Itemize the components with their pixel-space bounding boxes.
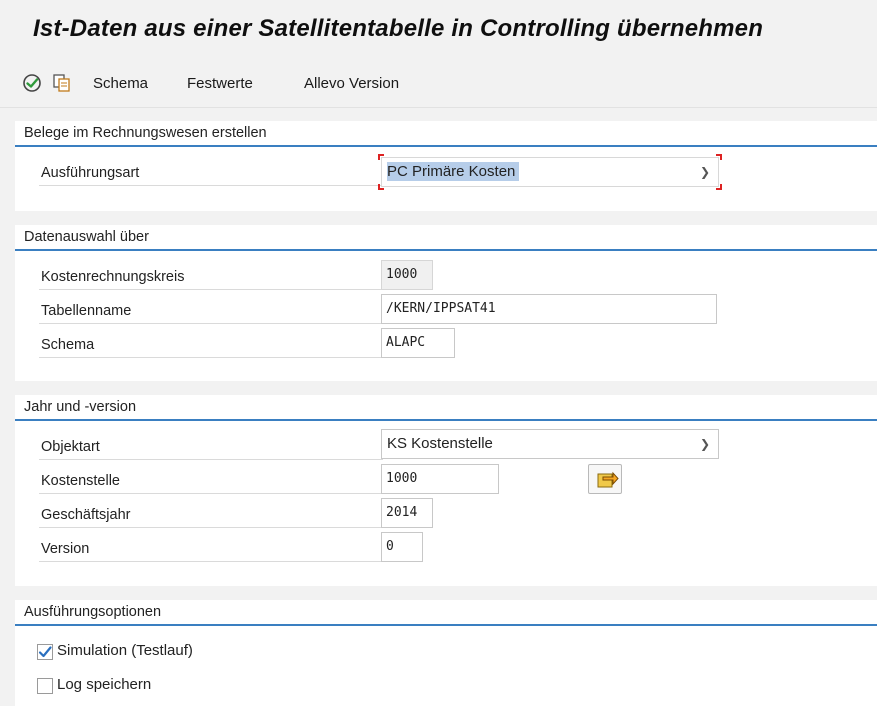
toolbar-festwerte-button[interactable]: Festwerte	[187, 75, 253, 92]
chevron-down-icon: ❯	[699, 165, 710, 179]
group-ausfuehrungsoptionen: Ausführungsoptionen Simulation (Testlauf…	[15, 600, 877, 706]
focus-corner	[716, 154, 722, 160]
toolbar-schema-button[interactable]: Schema	[93, 75, 148, 92]
execute-icon[interactable]	[22, 73, 42, 93]
version-label: Version	[39, 537, 383, 562]
kostenrechnungskreis-field[interactable]: 1000	[381, 260, 433, 290]
ausfuehrungsart-label: Ausführungsart	[39, 161, 383, 186]
group-header: Jahr und -version	[15, 395, 877, 421]
group-title: Belege im Rechnungswesen erstellen	[24, 125, 267, 141]
tabellenname-field[interactable]: /KERN/IPPSAT41	[381, 294, 717, 324]
group-title: Jahr und -version	[24, 399, 137, 415]
objektart-value: KS Kostenstelle	[387, 435, 493, 452]
multiple-selection-icon	[597, 471, 619, 488]
title-bar: Ist-Daten aus einer Satellitentabelle in…	[0, 0, 877, 62]
tabellenname-label: Tabellenname	[39, 299, 383, 324]
simulation-checkbox[interactable]	[37, 644, 53, 660]
application-toolbar: Schema Festwerte Allevo Version	[0, 62, 877, 108]
focus-corner	[378, 154, 384, 160]
schema-field[interactable]: ALAPC	[381, 328, 455, 358]
toolbar-allevo-version-button[interactable]: Allevo Version	[304, 75, 399, 92]
focus-corner	[378, 184, 384, 190]
log-speichern-checkbox[interactable]	[37, 678, 53, 694]
copy-variant-icon[interactable]	[52, 73, 72, 93]
group-datenauswahl: Datenauswahl über Kostenrechnungskreis 1…	[15, 225, 877, 381]
kostenrechnungskreis-label: Kostenrechnungskreis	[39, 265, 383, 290]
ausfuehrungsart-value: PC Primäre Kosten	[387, 162, 520, 181]
ausfuehrungsart-select[interactable]: PC Primäre Kosten ❯	[381, 157, 719, 187]
multiple-selection-button[interactable]	[588, 464, 622, 494]
group-belege: Belege im Rechnungswesen erstellen Ausfü…	[15, 121, 877, 211]
version-field[interactable]: 0	[381, 532, 423, 562]
geschaeftsjahr-label: Geschäftsjahr	[39, 503, 383, 528]
group-header: Belege im Rechnungswesen erstellen	[15, 121, 877, 147]
simulation-label[interactable]: Simulation (Testlauf)	[57, 642, 193, 659]
objektart-label: Objektart	[39, 435, 383, 460]
kostenstelle-field[interactable]: 1000	[381, 464, 499, 494]
page-title: Ist-Daten aus einer Satellitentabelle in…	[33, 15, 764, 42]
focus-corner	[716, 184, 722, 190]
group-jahr-version: Jahr und -version Objektart KS Kostenste…	[15, 395, 877, 586]
checkmark-icon	[38, 646, 52, 658]
group-title: Datenauswahl über	[24, 229, 149, 245]
group-title: Ausführungsoptionen	[24, 604, 162, 620]
geschaeftsjahr-field[interactable]: 2014	[381, 498, 433, 528]
group-header: Ausführungsoptionen	[15, 600, 877, 626]
objektart-select[interactable]: KS Kostenstelle ❯	[381, 429, 719, 459]
chevron-down-icon: ❯	[699, 437, 710, 451]
group-header: Datenauswahl über	[15, 225, 877, 251]
kostenstelle-label: Kostenstelle	[39, 469, 383, 494]
log-speichern-label[interactable]: Log speichern	[57, 676, 151, 693]
schema-label: Schema	[39, 333, 383, 358]
selection-screen: Belege im Rechnungswesen erstellen Ausfü…	[0, 108, 877, 706]
